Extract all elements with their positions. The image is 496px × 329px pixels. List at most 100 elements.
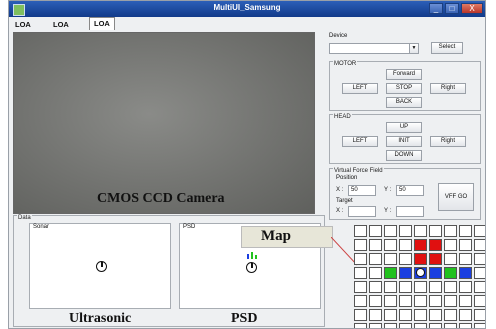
camera-view bbox=[13, 32, 315, 214]
head-down-button[interactable]: DOWN bbox=[386, 150, 422, 161]
map-cell bbox=[459, 281, 472, 293]
map-cell bbox=[399, 239, 412, 251]
tab-loa1[interactable]: LOA 1 bbox=[11, 19, 35, 40]
psd-caption: PSD bbox=[231, 311, 258, 326]
map-cell bbox=[429, 225, 442, 237]
pos-x-label: X : bbox=[336, 187, 344, 193]
map-cell bbox=[414, 281, 427, 293]
chevron-down-icon[interactable]: ▼ bbox=[409, 43, 419, 54]
map-cell bbox=[354, 253, 367, 265]
map-cell bbox=[474, 295, 485, 307]
close-button[interactable]: X bbox=[461, 3, 483, 14]
map-cell bbox=[369, 323, 382, 328]
psd-beam-icon bbox=[247, 254, 249, 259]
map-cell bbox=[429, 295, 442, 307]
map-cell bbox=[474, 309, 485, 321]
map-cell bbox=[444, 239, 457, 251]
map-cell bbox=[354, 267, 367, 279]
window-title: MultiUI_Samsung bbox=[213, 3, 281, 12]
head-up-button[interactable]: UP bbox=[386, 122, 422, 133]
map-cell bbox=[384, 323, 397, 328]
map-cell bbox=[444, 267, 457, 279]
map-cell bbox=[369, 253, 382, 265]
camera-label: CMOS CCD Camera bbox=[97, 191, 225, 206]
target-y-field[interactable] bbox=[396, 206, 424, 217]
map-cell bbox=[399, 309, 412, 321]
map-cell bbox=[384, 281, 397, 293]
map-cell bbox=[429, 309, 442, 321]
map-cell bbox=[384, 253, 397, 265]
motor-right-button[interactable]: Right bbox=[430, 83, 466, 94]
map-cell bbox=[354, 323, 367, 328]
head-right-button[interactable]: Right bbox=[430, 136, 466, 147]
select-button[interactable]: Select bbox=[431, 42, 463, 54]
map-cell bbox=[384, 267, 397, 279]
map-cell bbox=[369, 225, 382, 237]
map-cell bbox=[354, 281, 367, 293]
map-cell bbox=[459, 309, 472, 321]
back-button[interactable]: BACK bbox=[386, 97, 422, 108]
target-x-field[interactable] bbox=[348, 206, 376, 217]
map-cell bbox=[474, 253, 485, 265]
robot-icon bbox=[416, 268, 425, 277]
map-cell bbox=[474, 225, 485, 237]
device-select[interactable] bbox=[329, 43, 419, 54]
motor-left-button[interactable]: LEFT bbox=[342, 83, 378, 94]
ultrasonic-caption: Ultrasonic bbox=[69, 311, 132, 326]
map-cell bbox=[354, 295, 367, 307]
pos-y-field[interactable]: 50 bbox=[396, 185, 424, 196]
map-cell bbox=[354, 239, 367, 251]
map-cell bbox=[459, 267, 472, 279]
device-group: Device ▼ Select bbox=[327, 33, 483, 59]
map-cell bbox=[399, 225, 412, 237]
title-bar: MultiUI_Samsung _ □ X bbox=[9, 1, 485, 17]
motor-label: MOTOR bbox=[333, 61, 358, 67]
vff-group: Virtual Force Field Position X : 50 Y : … bbox=[329, 168, 481, 220]
psd-beam-icon bbox=[251, 252, 253, 259]
map-cell bbox=[444, 281, 457, 293]
map-cell bbox=[459, 295, 472, 307]
head-label: HEAD bbox=[333, 114, 352, 120]
map-cell bbox=[444, 323, 457, 328]
map-cell bbox=[369, 281, 382, 293]
occupancy-map bbox=[354, 225, 485, 328]
map-cell bbox=[384, 239, 397, 251]
tab-loa2[interactable]: LOA 2 bbox=[49, 19, 73, 40]
map-cell bbox=[414, 253, 427, 265]
stop-button[interactable]: STOP bbox=[386, 83, 422, 94]
data-group-label: Data bbox=[17, 215, 32, 221]
map-cell bbox=[384, 309, 397, 321]
minimize-button[interactable]: _ bbox=[429, 3, 443, 14]
map-cell bbox=[429, 323, 442, 328]
pos-x-field[interactable]: 50 bbox=[348, 185, 376, 196]
map-cell bbox=[414, 295, 427, 307]
tab-loa3[interactable]: LOA 3 bbox=[89, 17, 115, 39]
map-cell bbox=[399, 281, 412, 293]
map-cell bbox=[399, 295, 412, 307]
psd-beam-icon bbox=[255, 255, 257, 259]
map-cell bbox=[459, 323, 472, 328]
target-label: Target bbox=[336, 198, 353, 204]
vff-label: Virtual Force Field bbox=[333, 168, 384, 174]
map-cell bbox=[444, 295, 457, 307]
head-left-button[interactable]: LEFT bbox=[342, 136, 378, 147]
map-cell bbox=[444, 309, 457, 321]
position-label: Position bbox=[336, 175, 358, 181]
vff-go-button[interactable]: VFF GO bbox=[438, 183, 474, 211]
map-cell bbox=[444, 253, 457, 265]
maximize-button[interactable]: □ bbox=[445, 3, 459, 14]
head-init-button[interactable]: INIT bbox=[386, 136, 422, 147]
map-cell bbox=[384, 225, 397, 237]
map-cell bbox=[429, 281, 442, 293]
pos-y-label: Y : bbox=[384, 187, 392, 193]
map-cell bbox=[414, 323, 427, 328]
map-cell bbox=[459, 225, 472, 237]
psd-label: PSD bbox=[183, 224, 196, 230]
target-x-label: X : bbox=[336, 208, 344, 214]
map-cell bbox=[474, 267, 485, 279]
forward-button[interactable]: Forward bbox=[386, 69, 422, 80]
map-cell bbox=[354, 225, 367, 237]
map-cell bbox=[369, 267, 382, 279]
map-cell bbox=[459, 239, 472, 251]
map-cell bbox=[399, 323, 412, 328]
